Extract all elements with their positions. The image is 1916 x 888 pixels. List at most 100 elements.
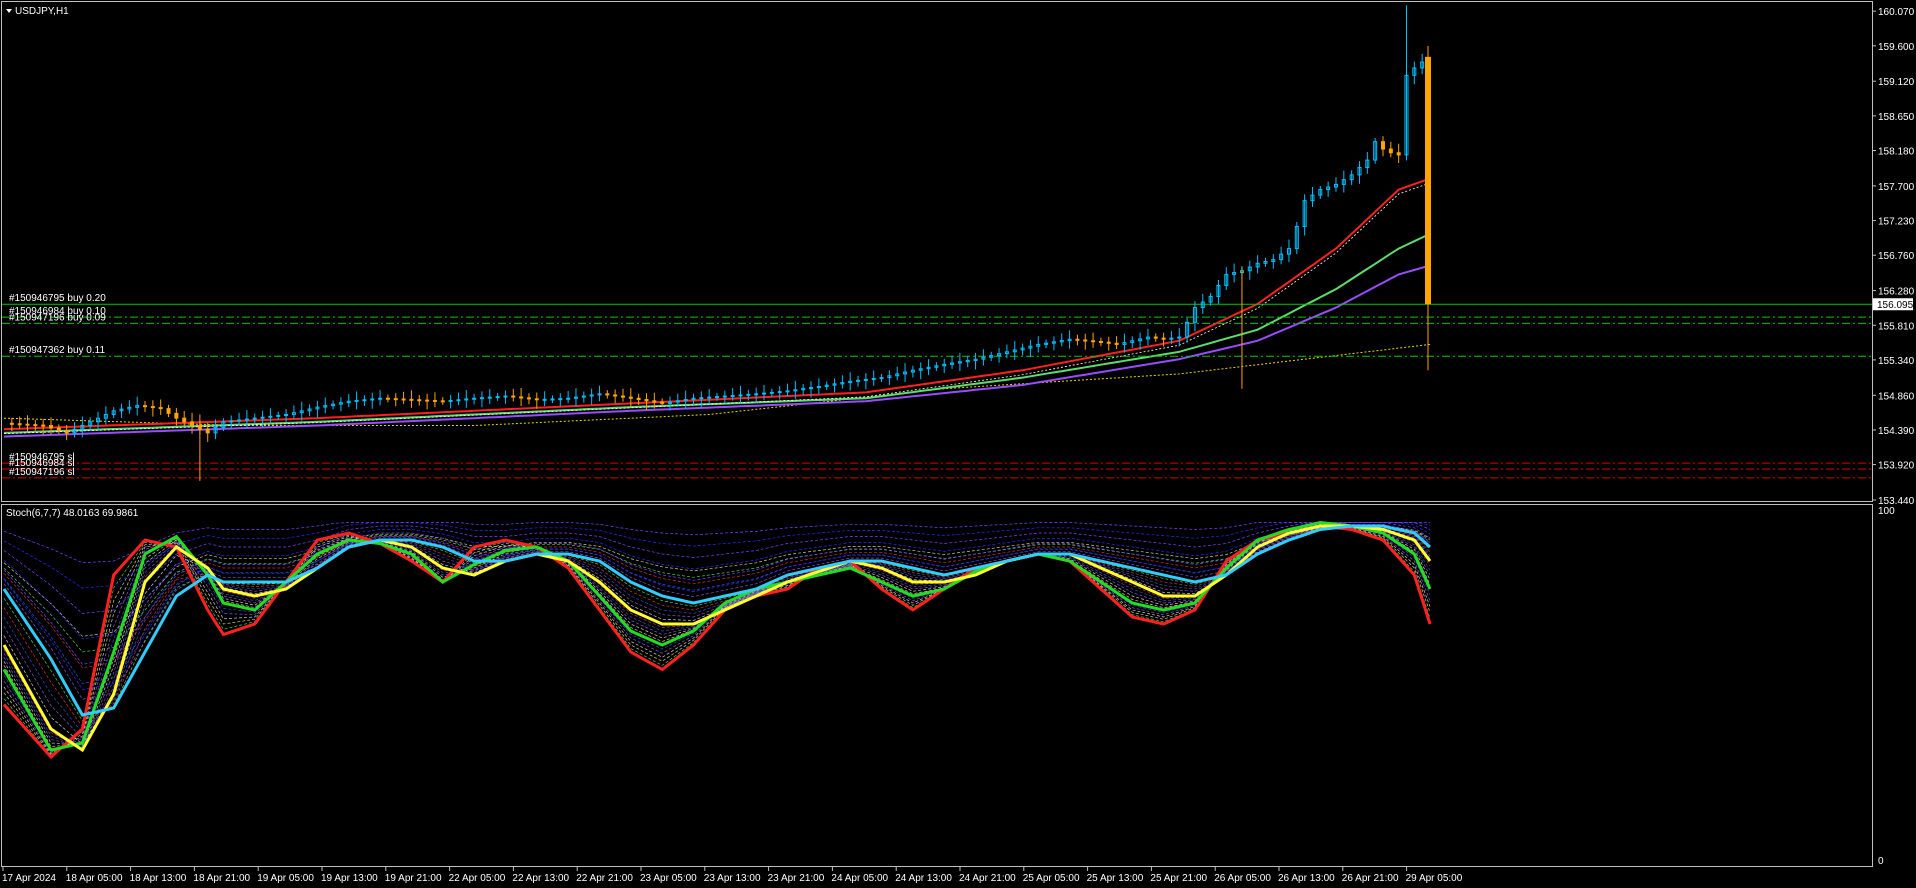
order-label: #150947196 buy 0.09 — [9, 312, 106, 323]
time-tick-label: 23 Apr 21:00 — [768, 873, 825, 884]
time-tick-label: 19 Apr 21:00 — [385, 873, 442, 884]
candle-body — [856, 379, 861, 382]
candle-body — [699, 397, 704, 400]
price-tick-label: 153.440 — [1878, 496, 1915, 507]
time-tick-label: 18 Apr 21:00 — [193, 873, 250, 884]
time-tick-label: 22 Apr 13:00 — [512, 873, 569, 884]
candle-body — [229, 420, 234, 423]
candle-body — [448, 399, 453, 402]
candle-body — [1396, 152, 1401, 156]
candle-body — [166, 408, 171, 414]
candle-body — [56, 427, 61, 431]
candle-body — [1075, 338, 1080, 341]
candle-body — [1388, 148, 1393, 154]
last-candle-body — [1425, 56, 1431, 305]
indicator-label: Stoch(6,7,7) 48.0163 69.9861 — [6, 508, 139, 519]
candle-body — [550, 398, 555, 401]
current-price-label: 156.095 — [1877, 300, 1914, 311]
candle-body — [252, 417, 257, 420]
time-tick-label: 23 Apr 05:00 — [640, 873, 697, 884]
candle-body — [393, 398, 398, 401]
candle-body — [628, 396, 633, 399]
chart-window[interactable]: USDJPY,H1 Stoch(6,7,7) 48.0163 69.9861 1… — [0, 0, 1916, 888]
candle-body — [1106, 341, 1111, 344]
candle-body — [150, 406, 155, 409]
candle-body — [730, 394, 735, 397]
candle-body — [401, 398, 406, 401]
candle-body — [276, 414, 281, 417]
candle-body — [746, 393, 751, 396]
time-tick-label: 26 Apr 05:00 — [1214, 873, 1271, 884]
candle-body — [762, 392, 767, 395]
chart-background — [0, 0, 1916, 888]
time-tick-label: 25 Apr 13:00 — [1087, 873, 1144, 884]
price-tick-label: 160.070 — [1878, 7, 1915, 18]
order-label: #150946795 buy 0.20 — [9, 293, 106, 304]
candle-body — [605, 393, 610, 396]
time-tick-label: 22 Apr 05:00 — [449, 873, 506, 884]
candle-body — [284, 413, 289, 416]
candle-body — [17, 423, 22, 426]
price-tick-label: 156.760 — [1878, 251, 1915, 262]
candle-body — [519, 396, 524, 399]
price-tick-label: 158.180 — [1878, 147, 1915, 158]
candle-body — [9, 422, 14, 425]
candle-body — [652, 400, 657, 403]
candle-body — [511, 395, 516, 398]
candle-body — [722, 395, 727, 398]
candle-body — [464, 398, 469, 401]
candle-body — [244, 418, 249, 421]
candle-body — [354, 399, 359, 402]
candle-body — [33, 424, 38, 427]
price-tick-label: 157.230 — [1878, 217, 1915, 228]
candle-body — [487, 396, 492, 399]
candle-body — [472, 397, 477, 400]
candle-body — [707, 396, 712, 399]
stoch-level-100: 100 — [1878, 506, 1895, 517]
candle-body — [64, 429, 69, 434]
candle-body — [479, 397, 484, 400]
candle-body — [237, 419, 242, 422]
candle-body — [1153, 336, 1158, 339]
candle-body — [715, 396, 719, 399]
candle-body — [1380, 141, 1385, 150]
candle-body — [503, 395, 508, 398]
candle-body — [785, 390, 790, 393]
candle-body — [613, 394, 618, 397]
price-tick-label: 155.340 — [1878, 356, 1915, 367]
candle-body — [41, 424, 46, 427]
price-tick-label: 155.810 — [1878, 321, 1915, 332]
time-tick-label: 18 Apr 05:00 — [66, 873, 123, 884]
time-tick-label: 19 Apr 13:00 — [321, 873, 378, 884]
price-tick-label: 154.390 — [1878, 426, 1915, 437]
candle-body — [205, 428, 210, 434]
time-tick-label: 25 Apr 21:00 — [1150, 873, 1207, 884]
candle-body — [1114, 342, 1119, 345]
candle-body — [268, 415, 273, 418]
candle-body — [25, 423, 30, 426]
candle-body — [409, 398, 414, 401]
price-axis: 160.070 159.600 159.120 158.650 158.180 157.7… — [1873, 7, 1915, 507]
candle-body — [174, 412, 179, 419]
time-tick-label: 22 Apr 21:00 — [576, 873, 633, 884]
candle-body — [534, 398, 539, 401]
candle-body — [660, 401, 665, 404]
candle-body — [879, 377, 884, 380]
order-label: #150947362 buy 0.11 — [9, 345, 105, 356]
time-tick-label: 26 Apr 13:00 — [1278, 873, 1335, 884]
price-tick-label: 153.920 — [1878, 461, 1915, 472]
candle-body — [526, 397, 531, 400]
candle-body — [863, 378, 868, 381]
price-tick-label: 156.280 — [1878, 287, 1915, 298]
candle-body — [777, 391, 782, 394]
candle-body — [49, 425, 54, 429]
time-tick-label: 24 Apr 13:00 — [895, 873, 952, 884]
time-tick-label: 18 Apr 13:00 — [130, 873, 187, 884]
candle-body — [769, 391, 774, 394]
time-tick-label: 24 Apr 05:00 — [831, 873, 888, 884]
candle-body — [182, 417, 187, 423]
candle-body — [378, 397, 383, 400]
candle-body — [542, 398, 547, 401]
candle-body — [1161, 337, 1166, 340]
time-tick-label: 19 Apr 05:00 — [257, 873, 314, 884]
